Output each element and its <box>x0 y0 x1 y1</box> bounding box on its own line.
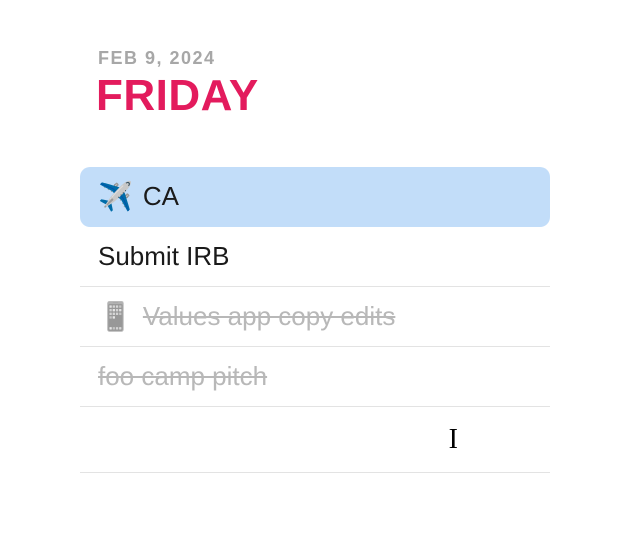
task-row-empty[interactable]: I <box>80 407 550 473</box>
airplane-icon: ✈️ <box>98 183 133 211</box>
task-text[interactable]: foo camp pitch <box>98 361 532 392</box>
task-list: ✈️ CA Submit IRB 📱 Values app copy edits… <box>80 167 550 473</box>
date-label: FEB 9, 2024 <box>98 48 590 69</box>
task-text[interactable]: CA <box>143 181 532 212</box>
task-row[interactable]: foo camp pitch <box>80 347 550 407</box>
text-cursor-icon: I <box>449 424 458 456</box>
task-text[interactable]: Submit IRB <box>98 241 532 272</box>
day-name-heading: FRIDAY <box>96 71 590 121</box>
task-row[interactable]: ✈️ CA <box>80 167 550 227</box>
task-row[interactable]: 📱 Values app copy edits <box>80 287 550 347</box>
task-row[interactable]: Submit IRB <box>80 227 550 287</box>
phone-icon: 📱 <box>98 303 133 331</box>
task-text[interactable]: Values app copy edits <box>143 301 532 332</box>
